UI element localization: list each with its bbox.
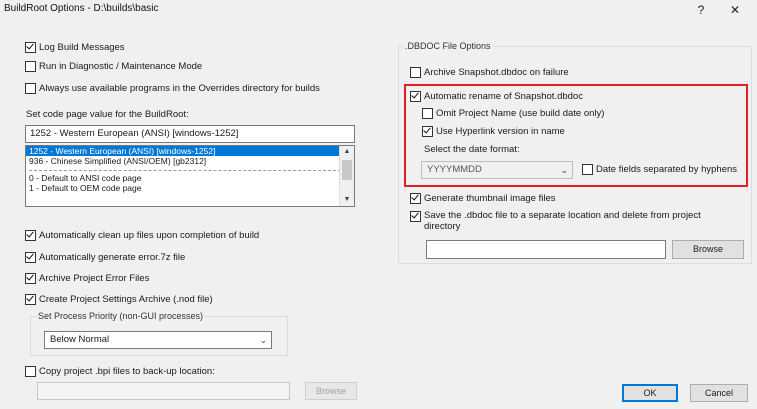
chevron-down-icon: ⌄ xyxy=(560,165,568,175)
list-scrollbar[interactable]: ▲ ▼ xyxy=(339,146,354,206)
list-item[interactable]: 1 - Default to OEM code page xyxy=(26,183,354,193)
date-format-label: Select the date format: xyxy=(424,144,520,155)
scroll-up-icon[interactable]: ▲ xyxy=(340,146,354,158)
auto-generate-error-checkbox[interactable]: Automatically generate error.7z file xyxy=(25,252,185,263)
save-separate-checkbox[interactable]: Save the .dbdoc file to a separate locat… xyxy=(410,210,730,232)
omit-project-name-checkbox[interactable]: Omit Project Name (use build date only) xyxy=(422,108,604,119)
checkbox-box[interactable] xyxy=(25,294,36,305)
dbdoc-options-label: .DBDOC File Options xyxy=(403,41,493,51)
checkbox-box[interactable] xyxy=(25,42,36,53)
date-separated-checkbox[interactable]: Date fields separated by hyphens xyxy=(582,164,737,175)
checkbox-label: Generate thumbnail image files xyxy=(424,193,556,204)
checkbox-box[interactable] xyxy=(422,108,433,119)
checkbox-box[interactable] xyxy=(410,193,421,204)
checkbox-box[interactable] xyxy=(25,230,36,241)
selected-value: Below Normal xyxy=(50,334,110,345)
checkbox-label: Archive Snapshot.dbdoc on failure xyxy=(424,67,569,78)
copy-bpi-browse-button[interactable]: Browse xyxy=(305,382,357,400)
create-settings-archive-checkbox[interactable]: Create Project Settings Archive (.nod fi… xyxy=(25,294,213,305)
process-priority-label: Set Process Priority (non-GUI processes) xyxy=(36,311,206,321)
checkbox-label: Omit Project Name (use build date only) xyxy=(436,108,605,119)
checkbox-box[interactable] xyxy=(582,164,593,175)
checkbox-label: Create Project Settings Archive (.nod fi… xyxy=(39,294,213,305)
list-item[interactable]: 0 - Default to ANSI code page xyxy=(26,173,354,183)
checkbox-box[interactable] xyxy=(25,366,36,377)
scroll-thumb[interactable] xyxy=(342,160,352,180)
scroll-down-icon[interactable]: ▼ xyxy=(340,194,354,206)
code-page-label: Set code page value for the BuildRoot: xyxy=(26,109,189,120)
selected-value: YYYYMMDD xyxy=(427,164,482,175)
checkbox-label: Archive Project Error Files xyxy=(39,273,150,284)
cancel-button[interactable]: Cancel xyxy=(690,384,748,402)
window-title: BuildRoot Options - D:\builds\basic xyxy=(4,3,159,14)
archive-snapshot-checkbox[interactable]: Archive Snapshot.dbdoc on failure xyxy=(410,67,569,78)
auto-rename-checkbox[interactable]: Automatic rename of Snapshot.dbdoc xyxy=(410,91,583,102)
checkbox-label: Automatically clean up files upon comple… xyxy=(39,230,260,241)
date-format-select[interactable]: YYYYMMDD ⌄ xyxy=(421,161,573,179)
use-hyperlink-version-checkbox[interactable]: Use Hyperlink version in name xyxy=(422,126,565,137)
checkbox-box[interactable] xyxy=(25,252,36,263)
checkbox-label: Date fields separated by hyphens xyxy=(596,164,738,175)
generate-thumbnails-checkbox[interactable]: Generate thumbnail image files xyxy=(410,193,556,204)
chevron-down-icon: ⌄ xyxy=(259,335,267,345)
close-button[interactable]: ✕ xyxy=(720,0,750,20)
checkbox-label: Copy project .bpi files to back-up locat… xyxy=(39,366,215,377)
run-diagnostic-checkbox[interactable]: Run in Diagnostic / Maintenance Mode xyxy=(25,61,202,72)
checkbox-box[interactable] xyxy=(410,91,421,102)
copy-bpi-path-input[interactable] xyxy=(37,382,290,400)
code-page-input[interactable]: 1252 - Western European (ANSI) [windows-… xyxy=(25,125,355,143)
copy-bpi-checkbox[interactable]: Copy project .bpi files to back-up locat… xyxy=(25,366,215,377)
checkbox-box[interactable] xyxy=(25,61,36,72)
archive-project-errors-checkbox[interactable]: Archive Project Error Files xyxy=(25,273,149,284)
auto-clean-up-checkbox[interactable]: Automatically clean up files upon comple… xyxy=(25,230,259,241)
checkbox-box[interactable] xyxy=(410,211,421,222)
checkbox-label: Automatically generate error.7z file xyxy=(39,252,186,263)
code-page-listbox[interactable]: 1252 - Western European (ANSI) [windows-… xyxy=(25,145,355,207)
list-separator xyxy=(29,170,351,171)
save-browse-button[interactable]: Browse xyxy=(672,240,744,259)
checkbox-box[interactable] xyxy=(25,273,36,284)
checkbox-box[interactable] xyxy=(422,126,433,137)
list-item[interactable]: 1252 - Western European (ANSI) [windows-… xyxy=(26,146,354,156)
always-use-overrides-checkbox[interactable]: Always use available programs in the Ove… xyxy=(25,83,320,94)
log-build-messages-checkbox[interactable]: Log Build Messages xyxy=(25,42,125,53)
checkbox-label: Use Hyperlink version in name xyxy=(436,126,565,137)
checkbox-label: Run in Diagnostic / Maintenance Mode xyxy=(39,61,203,72)
process-priority-select[interactable]: Below Normal ⌄ xyxy=(44,331,272,349)
checkbox-label: Log Build Messages xyxy=(39,42,125,53)
checkbox-box[interactable] xyxy=(410,67,421,78)
checkbox-label: Always use available programs in the Ove… xyxy=(39,83,320,94)
checkbox-label: Save the .dbdoc file to a separate locat… xyxy=(424,210,701,232)
checkbox-box[interactable] xyxy=(25,83,36,94)
save-path-input[interactable] xyxy=(426,240,666,259)
help-button[interactable]: ? xyxy=(686,0,716,20)
ok-button[interactable]: OK xyxy=(622,384,678,402)
checkbox-label: Automatic rename of Snapshot.dbdoc xyxy=(424,91,583,102)
list-item[interactable]: 936 - Chinese Simplified (ANSI/OEM) [gb2… xyxy=(26,156,354,166)
